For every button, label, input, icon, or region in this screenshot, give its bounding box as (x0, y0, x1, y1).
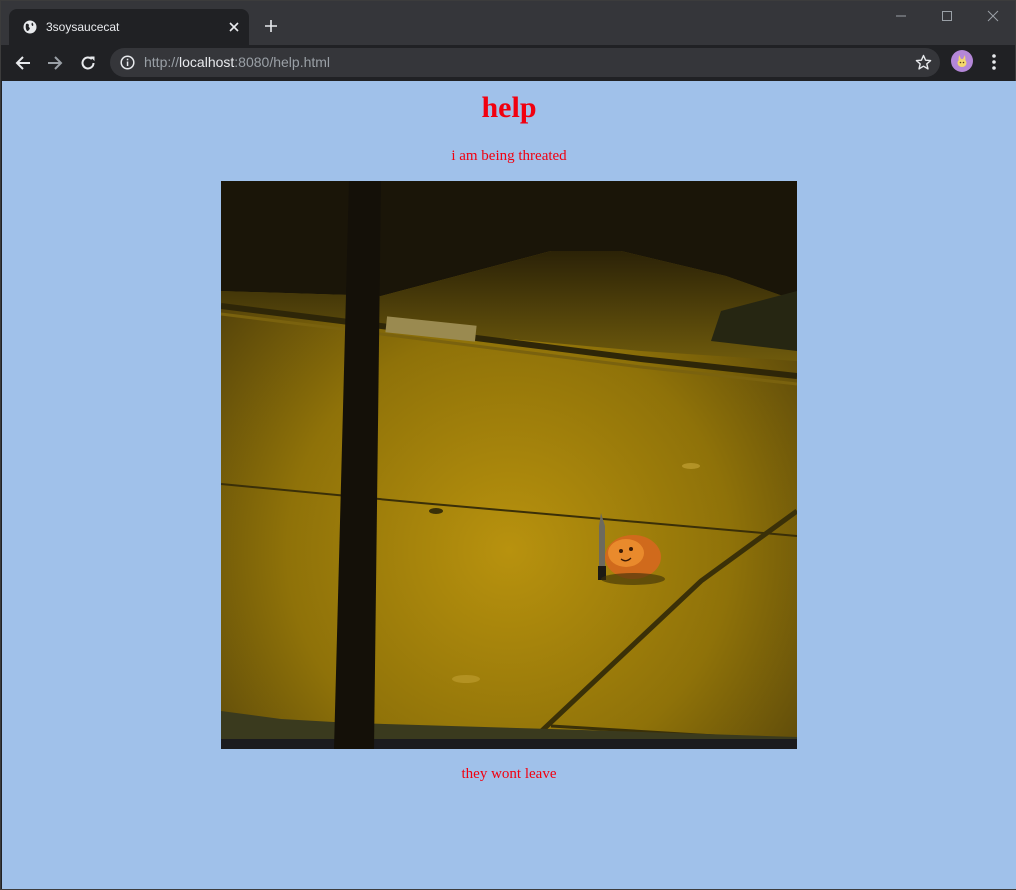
globe-icon (23, 20, 37, 34)
close-tab-icon[interactable] (225, 18, 243, 36)
web-page-content: help i am being threated they wont leave (2, 81, 1016, 889)
new-tab-plus-icon[interactable] (261, 16, 281, 36)
browser-tab[interactable]: 3soysaucecat (9, 9, 249, 45)
reload-icon[interactable] (75, 50, 101, 76)
maximize-icon[interactable] (924, 1, 970, 31)
tab-strip: 3soysaucecat (1, 1, 1015, 45)
forward-arrow-icon[interactable] (42, 50, 68, 76)
back-arrow-icon[interactable] (10, 50, 36, 76)
browser-toolbar: http://localhost:8080/help.html (1, 45, 1015, 81)
page-subtitle: i am being threated (451, 148, 567, 164)
cat-with-knife-photo (221, 181, 797, 749)
info-icon[interactable] (120, 55, 135, 70)
url-host: localhost (179, 54, 235, 70)
url-path: :8080/help.html (234, 54, 331, 70)
close-window-icon[interactable] (970, 1, 1016, 31)
browser-window: 3soysaucecat http://localhost:8080/help.… (0, 0, 1016, 890)
kebab-menu-icon[interactable] (985, 51, 1003, 73)
minimize-icon[interactable] (878, 1, 924, 31)
url-scheme: http:// (144, 54, 180, 70)
page-caption: they wont leave (461, 766, 557, 782)
url-text: http://localhost:8080/help.html (144, 54, 330, 71)
profile-avatar-icon[interactable] (951, 50, 973, 72)
address-bar[interactable]: http://localhost:8080/help.html (110, 48, 940, 77)
bookmark-star-icon[interactable] (915, 54, 932, 71)
tab-title: 3soysaucecat (46, 20, 120, 34)
page-heading: help (481, 91, 537, 124)
